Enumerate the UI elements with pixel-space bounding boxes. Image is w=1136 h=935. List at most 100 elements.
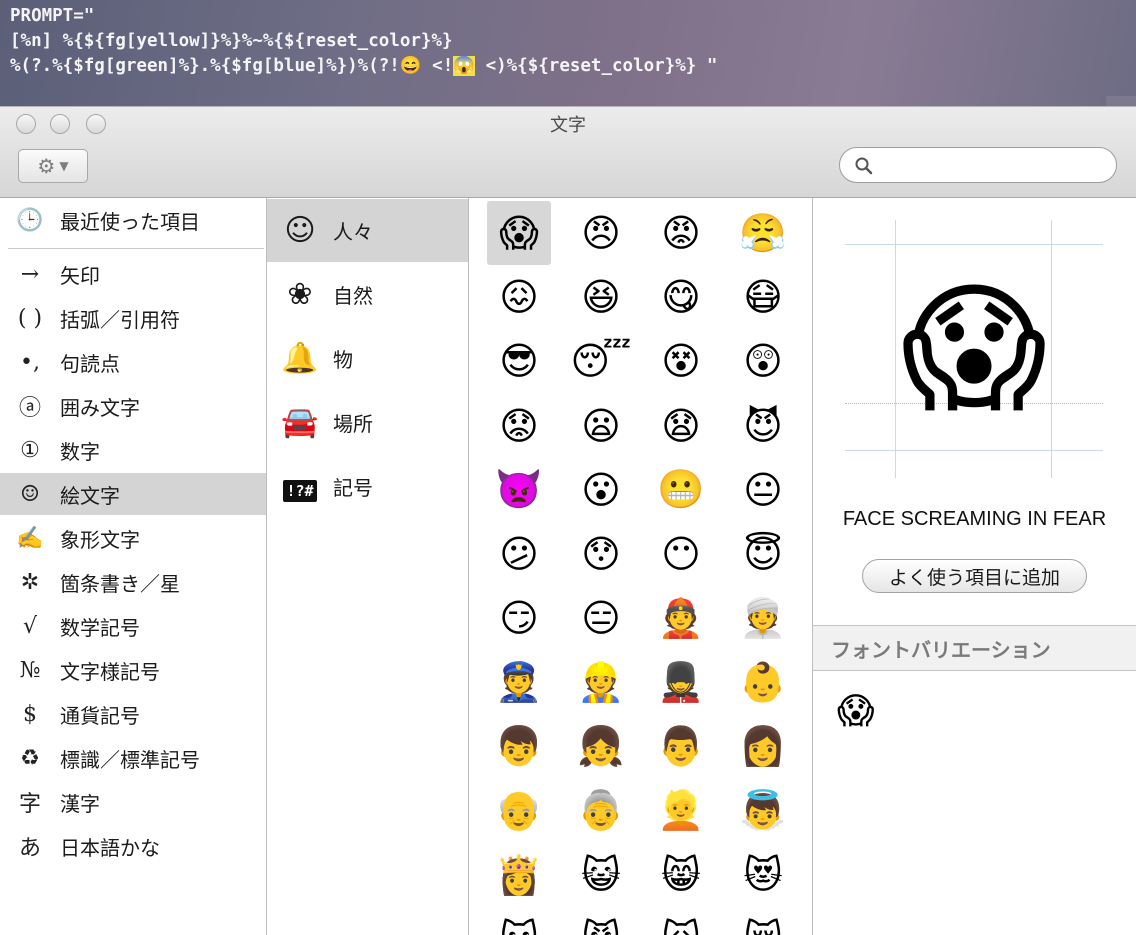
emoji-cell[interactable]: 😴 [569,329,633,393]
emoji-cell[interactable]: 😽 [487,907,551,935]
emoji-cell[interactable]: 👱 [649,779,713,843]
category-item[interactable]: → 矢印 [0,253,266,295]
emoji-cell[interactable]: 👴 [487,779,551,843]
emoji-cell[interactable]: 👼 [731,779,795,843]
category-icon: $ [23,701,37,727]
emoji-cell[interactable]: 😇 [731,522,795,586]
emoji-cell[interactable]: 👲 [649,586,713,650]
emoji-cell[interactable]: 😑 [569,586,633,650]
category-item[interactable]: ☺ 絵文字 [0,473,266,515]
emoji-cell[interactable]: 👮 [487,650,551,714]
category-label: 漢字 [60,791,100,816]
category-icon: あ [18,836,41,861]
category-icon: 字 [18,792,41,817]
category-icon: ☺ [20,481,40,507]
subcategory-icon: !?# [267,469,333,504]
emoji-cell[interactable]: 😟 [487,394,551,458]
emoji-cell[interactable]: 💂 [649,650,713,714]
subcategory-item[interactable]: 🚘 場所 [267,391,468,454]
emoji-cell[interactable]: 😱 [487,201,551,265]
emoji-cell[interactable]: 😵 [649,329,713,393]
emoji-cell[interactable]: 😐 [731,458,795,522]
emoji-cell[interactable]: 😋 [649,265,713,329]
emoji-cell[interactable]: 😯 [569,522,633,586]
emoji-cell[interactable]: 😡 [649,201,713,265]
emoji-cell[interactable]: 😖 [487,265,551,329]
emoji-cell[interactable]: 👳 [731,586,795,650]
title-bar: 文字 ⚙ ▼ [0,107,1136,198]
subcategory-label: 自然 [333,284,373,308]
emoji-cell[interactable]: 😆 [569,265,633,329]
emoji-cell[interactable]: 😿 [731,907,795,935]
category-item[interactable]: ♻ 標識／標準記号 [0,737,266,779]
category-list: 🕒 最近使った項目 → 矢印 ( ) 括弧／引用符 •, 句読点 ⓐ 囲み文字 ① 数字 ☺ 絵文字 ✍ 象形… [0,198,267,935]
category-item[interactable]: № 文字様記号 [0,649,266,691]
emoji-cell[interactable]: 😸 [649,843,713,907]
category-item[interactable]: ⓐ 囲み文字 [0,385,266,427]
category-label: 数学記号 [60,615,140,640]
subcategory-item[interactable]: !?# 記号 [267,455,468,518]
emoji-cell[interactable]: 😈 [731,394,795,458]
category-icon: ♻ [20,745,40,771]
subcategory-label: 記号 [333,476,373,500]
emoji-cell[interactable]: 🙀 [649,907,713,935]
emoji-cell[interactable]: 😦 [569,394,633,458]
category-item[interactable]: 字漢字 [0,781,266,823]
category-icon: → [20,261,40,287]
emoji-cell[interactable]: 😻 [731,843,795,907]
character-viewer-window: 文字 ⚙ ▼ 🕒 最近使った項目 → 矢印 ( ) 括弧／引用符 •, 句読点 ⓐ 囲み文字 ① 数字 ☺… [0,106,1136,935]
category-item[interactable]: ✍ 象形文字 [0,517,266,559]
subcategory-item[interactable]: ☺ 人々 [267,199,468,262]
emoji-cell[interactable]: 👨 [649,715,713,779]
emoji-cell[interactable]: 👸 [487,843,551,907]
emoji-cell[interactable]: 😷 [731,265,795,329]
font-variation-title: フォントバリエーション [831,638,1051,662]
emoji-cell[interactable]: 👵 [569,779,633,843]
action-menu-button[interactable]: ⚙ ▼ [18,149,88,183]
emoji-cell[interactable]: 😺 [569,843,633,907]
category-label: 箇条書き／星 [60,571,180,596]
emoji-cell[interactable]: 😮 [569,458,633,522]
emoji-cell[interactable]: 😬 [649,458,713,522]
category-label: 矢印 [60,263,100,288]
category-item[interactable]: ✲ 箇条書き／星 [0,561,266,603]
emoji-cell[interactable]: 👿 [487,458,551,522]
add-to-favorites-button[interactable]: よく使う項目に追加 [862,559,1087,593]
emoji-cell[interactable]: 😕 [487,522,551,586]
category-item[interactable]: ① 数字 [0,429,266,471]
desktop-edge [1106,96,1136,106]
subcategory-label: 人々 [333,220,373,244]
emoji-cell[interactable]: 😼 [569,907,633,935]
gear-icon: ⚙ [37,154,56,178]
emoji-cell[interactable]: 👩 [731,715,795,779]
emoji-cell[interactable]: 👦 [487,715,551,779]
emoji-cell[interactable]: 👶 [731,650,795,714]
emoji-cell[interactable]: 😧 [649,394,713,458]
window-title: 文字 [550,115,586,136]
category-item[interactable]: 🕒 最近使った項目 [0,199,266,241]
emoji-cell[interactable]: 😠 [569,201,633,265]
category-label: 囲み文字 [60,395,140,420]
category-icon: ( ) [17,305,43,331]
emoji-cell[interactable]: 👧 [569,715,633,779]
font-variation-item[interactable]: 😱 [837,691,875,732]
category-item[interactable]: √ 数学記号 [0,605,266,647]
category-item[interactable]: $ 通貨記号 [0,693,266,735]
category-item[interactable]: あ日本語かな [0,825,266,867]
category-item[interactable]: ( ) 括弧／引用符 [0,297,266,339]
emoji-cell[interactable]: 😶 [649,522,713,586]
emoji-cell[interactable]: 😎 [487,329,551,393]
category-item[interactable]: •, 句読点 [0,341,266,383]
category-label: 日本語かな [60,835,160,860]
terminal-line-1: PROMPT=" [10,6,95,26]
subcategory-item[interactable]: 🔔 物 [267,327,468,390]
subcategory-icon: 🔔 [281,341,319,376]
category-icon: √ [22,613,38,639]
category-icon: № [19,657,41,683]
subcategory-item[interactable]: ❀ 自然 [267,263,468,326]
emoji-cell[interactable]: 😲 [731,329,795,393]
search-field[interactable] [839,147,1117,183]
emoji-cell[interactable]: 😤 [731,201,795,265]
emoji-cell[interactable]: 👷 [569,650,633,714]
emoji-cell[interactable]: 😏 [487,586,551,650]
